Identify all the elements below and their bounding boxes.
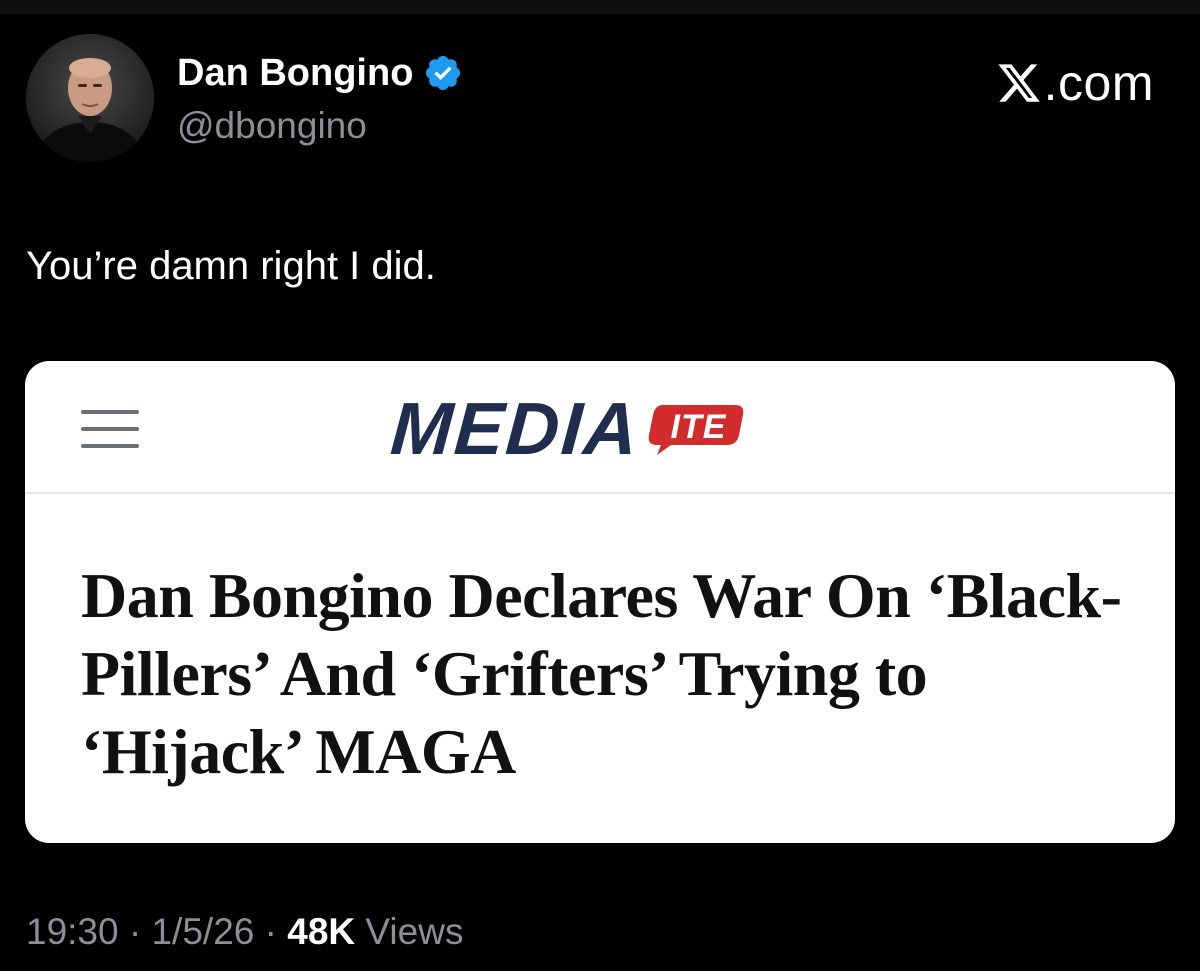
brand-watermark: .com bbox=[996, 54, 1154, 112]
meta-separator-2: · bbox=[254, 911, 288, 952]
top-bar bbox=[0, 0, 1200, 14]
views-label: Views bbox=[355, 911, 464, 952]
hamburger-icon[interactable] bbox=[81, 406, 139, 452]
meta-separator: · bbox=[118, 911, 152, 952]
article-headline[interactable]: Dan Bongino Declares War On ‘Black-Pille… bbox=[81, 557, 1151, 791]
brand-domain: .com bbox=[1043, 55, 1154, 111]
x-logo-icon bbox=[998, 64, 1040, 102]
site-logo: MEDIA ITE bbox=[388, 387, 749, 470]
author-handle[interactable]: @dbongino bbox=[177, 105, 367, 147]
site-logo-main: MEDIA bbox=[388, 387, 643, 470]
avatar-image bbox=[26, 34, 154, 162]
link-preview-card[interactable]: MEDIA ITE Dan Bongino Declares War On ‘B… bbox=[25, 361, 1175, 843]
site-logo-bubble: ITE bbox=[643, 401, 749, 457]
verified-badge-icon bbox=[426, 55, 461, 91]
tweet-meta: 19:30 · 1/5/26 · 48K Views bbox=[26, 910, 463, 954]
tweet: Dan Bongino @dbongino .com You’re damn r… bbox=[0, 0, 1200, 971]
tweet-text: You’re damn right I did. bbox=[26, 244, 436, 288]
author-display-name[interactable]: Dan Bongino bbox=[177, 54, 413, 92]
views-count[interactable]: 48K bbox=[287, 910, 355, 954]
card-site-header: MEDIA ITE bbox=[25, 361, 1175, 494]
tweet-date[interactable]: 1/5/26 bbox=[151, 910, 254, 954]
tweet-time[interactable]: 19:30 bbox=[26, 910, 119, 954]
site-logo-suffix: ITE bbox=[670, 408, 727, 446]
avatar[interactable] bbox=[26, 34, 154, 162]
author-name-row: Dan Bongino bbox=[177, 48, 463, 98]
